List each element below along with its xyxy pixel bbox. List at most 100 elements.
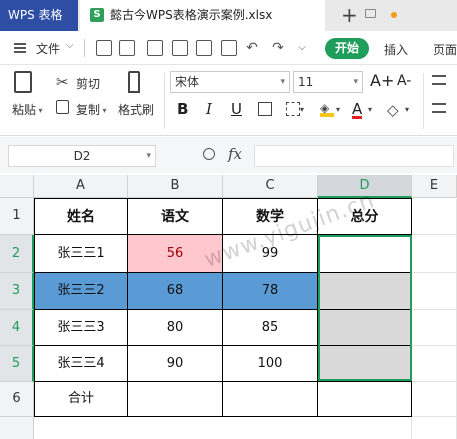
format-painter-icon[interactable] <box>128 71 140 93</box>
cell-d4[interactable] <box>318 310 412 346</box>
tab-page-layout[interactable]: 页面 <box>433 41 457 58</box>
align-icon[interactable] <box>432 103 446 113</box>
cell-b4[interactable]: 80 <box>128 310 223 346</box>
cell-d6[interactable] <box>318 382 412 417</box>
column-header-a[interactable]: A <box>34 175 128 198</box>
quick-access-more-icon[interactable]: ⌵ <box>294 40 310 56</box>
title-tab-bar: WPS 表格 S 懿古今WPS表格演示案例.xlsx + <box>0 0 457 31</box>
font-name-select[interactable]: 宋体 ▾ <box>170 71 290 93</box>
display-icon[interactable] <box>365 9 376 18</box>
cell-b3[interactable]: 68 <box>128 273 223 310</box>
column-header-b[interactable]: B <box>128 175 223 198</box>
chevron-down-icon[interactable]: ⌵ <box>66 40 74 51</box>
undo-icon[interactable]: ↶ <box>244 40 260 56</box>
cell-b2[interactable]: 56 <box>128 235 223 273</box>
cell-b5[interactable]: 90 <box>128 346 223 382</box>
redo-icon[interactable]: ↷ <box>270 40 286 56</box>
new-document-icon[interactable] <box>96 40 112 56</box>
menu-bar: 文件 ⌵ ↶ ↷ ⌵ 开始 插入 页面 <box>0 31 457 65</box>
formula-bar: D2 ▾ fx <box>0 137 457 173</box>
italic-button[interactable]: I <box>206 99 212 119</box>
chevron-down-icon[interactable]: ▾ <box>368 105 372 114</box>
cell-d2[interactable] <box>318 235 412 273</box>
paste-button[interactable]: 粘贴 ▾ <box>12 101 43 118</box>
zoom-icon[interactable] <box>203 148 215 160</box>
font-size-select[interactable]: 11 ▾ <box>293 71 363 93</box>
align-icon[interactable] <box>432 75 446 85</box>
cell-c5[interactable]: 100 <box>223 346 318 382</box>
chevron-down-icon[interactable]: ▾ <box>146 146 151 166</box>
cell-c3[interactable]: 78 <box>223 273 318 310</box>
cell-a4[interactable]: 张三三3 <box>34 310 128 346</box>
file-menu[interactable]: 文件 <box>36 40 60 57</box>
underline-button[interactable]: U <box>231 99 242 119</box>
cell-c1[interactable]: 数学 <box>223 198 318 235</box>
scissors-icon[interactable]: ✂ <box>56 73 69 91</box>
formula-input[interactable] <box>254 145 454 167</box>
name-box[interactable]: D2 ▾ <box>8 145 156 167</box>
cell-a5[interactable]: 张三三4 <box>34 346 128 382</box>
chevron-down-icon[interactable]: ▾ <box>405 105 409 114</box>
decrease-font-size-button[interactable]: A- <box>397 71 411 91</box>
cell-d5[interactable] <box>318 346 412 382</box>
export-pdf-icon[interactable] <box>172 40 188 56</box>
cell-a1[interactable]: 姓名 <box>34 198 128 235</box>
chevron-down-icon[interactable]: ▾ <box>353 72 358 92</box>
row-header-7[interactable] <box>0 417 34 439</box>
column-header-d[interactable]: D <box>318 175 412 198</box>
row-header-4[interactable]: 4 <box>0 310 34 346</box>
document-title: 懿古今WPS表格演示案例.xlsx <box>110 8 273 22</box>
font-color-button[interactable]: A <box>352 99 363 119</box>
select-all-corner[interactable] <box>0 175 34 198</box>
hamburger-menu-icon[interactable] <box>14 43 26 53</box>
cell-c4[interactable]: 85 <box>223 310 318 346</box>
cell-border-icon[interactable] <box>286 102 300 116</box>
copy-button[interactable]: 复制 ▾ <box>76 101 107 118</box>
row-header-1[interactable]: 1 <box>0 198 34 235</box>
home-ribbon: 粘贴 ▾ ✂ 剪切 复制 ▾ 格式刷 宋体 ▾ 11 ▾ A+ A- B I U… <box>0 65 457 136</box>
cell-d3[interactable] <box>318 273 412 310</box>
cell-c6[interactable] <box>223 382 318 417</box>
cell-a3[interactable]: 张三三2 <box>34 273 128 310</box>
fill-color-icon[interactable]: ◈ <box>320 101 334 117</box>
cell-b6[interactable] <box>128 382 223 417</box>
cell-d1[interactable]: 总分 <box>318 198 412 235</box>
tab-home[interactable]: 开始 <box>325 38 369 59</box>
bold-button[interactable]: B <box>177 99 188 119</box>
divider <box>164 73 165 129</box>
divider <box>84 39 85 57</box>
save-icon[interactable] <box>147 40 163 56</box>
gridline <box>411 272 457 273</box>
cell-a2[interactable]: 张三三1 <box>34 235 128 273</box>
cut-button[interactable]: 剪切 <box>76 75 100 92</box>
row-header-3[interactable]: 3 <box>0 273 34 310</box>
chevron-down-icon[interactable]: ▾ <box>36 106 43 115</box>
row-header-6[interactable]: 6 <box>0 382 34 417</box>
print-icon[interactable] <box>196 40 212 56</box>
eraser-icon[interactable]: ◇ <box>387 101 399 119</box>
chevron-down-icon[interactable]: ▾ <box>300 105 304 114</box>
format-painter-button[interactable]: 格式刷 <box>118 101 154 118</box>
fx-icon[interactable]: fx <box>228 145 242 163</box>
cell-a6[interactable]: 合计 <box>34 382 128 417</box>
cell-c2[interactable]: 99 <box>223 235 318 273</box>
paste-icon[interactable] <box>14 71 32 93</box>
copy-icon[interactable] <box>56 100 69 114</box>
gridline <box>411 234 457 235</box>
app-tab[interactable]: WPS 表格 <box>0 0 78 31</box>
row-header-5[interactable]: 5 <box>0 346 34 382</box>
tab-insert[interactable]: 插入 <box>384 41 408 58</box>
new-tab-button[interactable]: + <box>341 3 358 27</box>
column-header-e[interactable]: E <box>412 175 457 198</box>
chevron-down-icon[interactable]: ▾ <box>280 72 285 92</box>
print-preview-icon[interactable] <box>221 40 237 56</box>
chevron-down-icon[interactable]: ▾ <box>336 105 340 114</box>
document-tab[interactable]: S 懿古今WPS表格演示案例.xlsx <box>80 0 397 31</box>
chevron-down-icon[interactable]: ▾ <box>100 106 107 115</box>
row-header-2[interactable]: 2 <box>0 235 34 273</box>
column-header-c[interactable]: C <box>223 175 318 198</box>
increase-font-size-button[interactable]: A+ <box>370 71 394 91</box>
open-folder-icon[interactable] <box>119 40 135 56</box>
border-icon[interactable] <box>258 102 272 116</box>
cell-b1[interactable]: 语文 <box>128 198 223 235</box>
